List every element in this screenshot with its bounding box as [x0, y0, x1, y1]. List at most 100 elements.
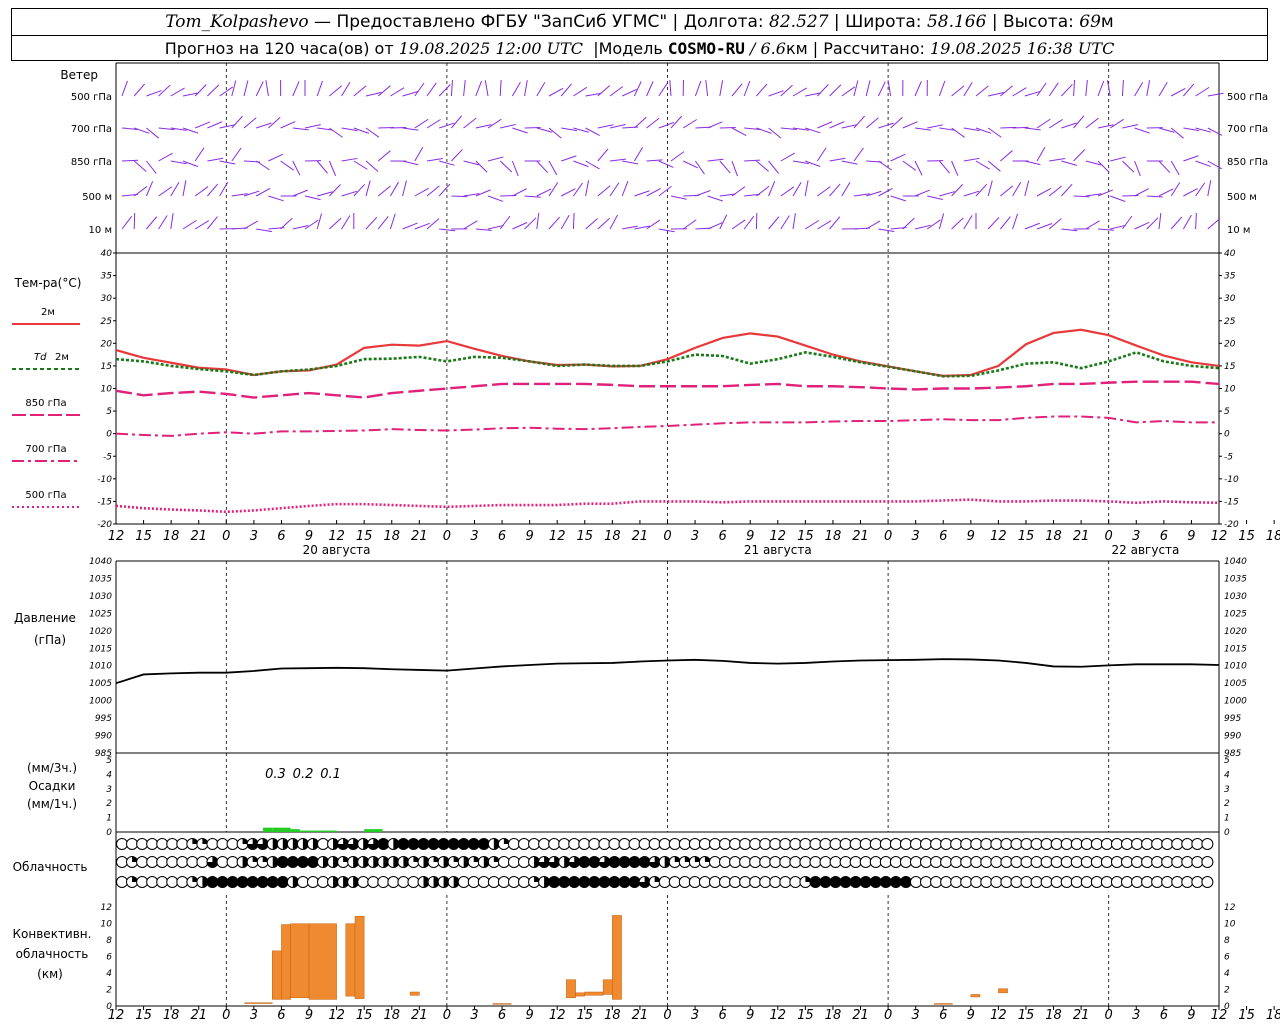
- cloud-circle: [136, 856, 149, 868]
- conv-bar: [308, 923, 337, 1000]
- wind-barb: [390, 87, 405, 97]
- cloud-circle: [497, 856, 510, 868]
- wind-barb: [768, 160, 780, 174]
- cloud-circle: [739, 876, 752, 888]
- cloud-circle: [749, 876, 762, 888]
- conv-xtick: 18: [383, 1008, 400, 1023]
- temp-xtick: 12: [770, 529, 787, 544]
- conv-xtick: 0: [443, 1008, 451, 1023]
- wind-barb: [951, 127, 965, 138]
- wind-barb: [865, 117, 879, 129]
- cloud-circle: [447, 838, 460, 850]
- cloud-circle: [457, 876, 470, 888]
- cloud-circle: [719, 876, 731, 888]
- conv-xtick: 18: [604, 1008, 621, 1023]
- conv-xtick: 3: [691, 1008, 699, 1023]
- wind-barb: [1048, 118, 1063, 129]
- wind-level-label-right: 500 м: [1227, 192, 1257, 203]
- wind-barb: [1012, 87, 1027, 97]
- wind-barb: [585, 180, 590, 197]
- wind-barb: [353, 183, 366, 197]
- cloud-circle: [809, 876, 822, 888]
- cloud-circle: [487, 876, 500, 888]
- wind-barb: [731, 127, 747, 136]
- wind-barb: [719, 80, 724, 97]
- cloud-circle: [1050, 856, 1063, 868]
- pres-ytick: 1005: [89, 679, 112, 689]
- wind-barb: [170, 182, 180, 197]
- wind-barb: [1158, 160, 1171, 174]
- cloud-circle: [206, 876, 219, 888]
- wind-barb: [609, 86, 624, 97]
- wind-barb: [316, 213, 323, 230]
- conv-xtick: 21: [190, 1008, 207, 1023]
- wind-barb: [963, 215, 973, 230]
- cloud-circle: [1131, 856, 1144, 868]
- wind-barb: [1134, 188, 1150, 197]
- wind-barb: [658, 185, 672, 197]
- wind-barb: [500, 123, 516, 129]
- conv-xtick: 12: [549, 1008, 566, 1023]
- wind-barb: [499, 160, 513, 173]
- wind-barb: [511, 160, 519, 177]
- cloud-circle: [457, 838, 470, 850]
- wind-barb: [646, 159, 663, 162]
- wind-barb: [963, 157, 980, 162]
- wind-barb: [853, 115, 866, 129]
- cloud-circle: [708, 876, 721, 888]
- temp-xtick: 0: [663, 529, 671, 544]
- cloud-circle: [950, 856, 963, 868]
- temp-xtick: 6: [277, 529, 285, 544]
- cloud-circle: [538, 838, 551, 850]
- wind-barb: [414, 118, 429, 129]
- cloud-circle: [819, 856, 832, 868]
- wind-barb: [1110, 156, 1126, 162]
- cloud-circle: [1020, 876, 1033, 888]
- cloud-circle: [889, 856, 902, 868]
- wind-barb: [512, 188, 527, 197]
- cloud-circle: [1181, 856, 1194, 868]
- cloud-circle: [568, 876, 581, 888]
- cloud-circle: [1131, 838, 1144, 850]
- temp-xtick: 0: [1105, 529, 1113, 544]
- cloud-circle: [950, 876, 963, 888]
- cloud-circle: [1131, 876, 1144, 888]
- wind-barb: [353, 85, 367, 97]
- temp-ytick: 5: [106, 407, 112, 417]
- conv-xtick: 15: [1238, 1008, 1255, 1023]
- temp-ytick: 35: [101, 272, 113, 282]
- legend-label: 700 гПа: [25, 444, 66, 455]
- legend-label: 500 гПа: [25, 490, 66, 501]
- conv-xtick: 9: [967, 1008, 975, 1023]
- wind-barb: [731, 83, 743, 97]
- cloud-circle: [1110, 876, 1123, 888]
- wind-barb: [853, 80, 859, 97]
- cloud-circle: [1020, 838, 1033, 850]
- wind-barb: [780, 186, 795, 197]
- temp-ytick: -10: [97, 475, 112, 485]
- conv-ytick: 10: [101, 920, 113, 930]
- cloud-circle: [1171, 838, 1184, 850]
- precip-unit3: (мм/3ч.): [27, 761, 77, 775]
- wind-barb: [292, 127, 309, 131]
- cloud-circle: [518, 838, 530, 850]
- cloud-circle: [216, 876, 229, 888]
- temp-ytick: 30: [101, 294, 113, 304]
- cloud-circle: [618, 876, 631, 888]
- cloud-circle: [588, 856, 601, 868]
- wind-barb: [914, 127, 931, 131]
- temp-ytick: 15: [101, 362, 113, 372]
- wind-barb: [1170, 87, 1186, 97]
- precip-bar: [309, 830, 319, 832]
- pres-ytick-right: 990: [1224, 732, 1241, 742]
- cloud-circle: [1010, 856, 1023, 868]
- cloud-circle: [869, 876, 882, 888]
- wind-barb: [731, 186, 746, 197]
- wind-barb: [231, 147, 242, 162]
- wind-barb: [768, 181, 776, 197]
- wind-barb: [1024, 160, 1041, 166]
- wind-barb: [573, 86, 588, 97]
- wind-barb: [597, 185, 611, 197]
- wind-barb: [902, 160, 917, 171]
- wind-barb: [1121, 80, 1124, 97]
